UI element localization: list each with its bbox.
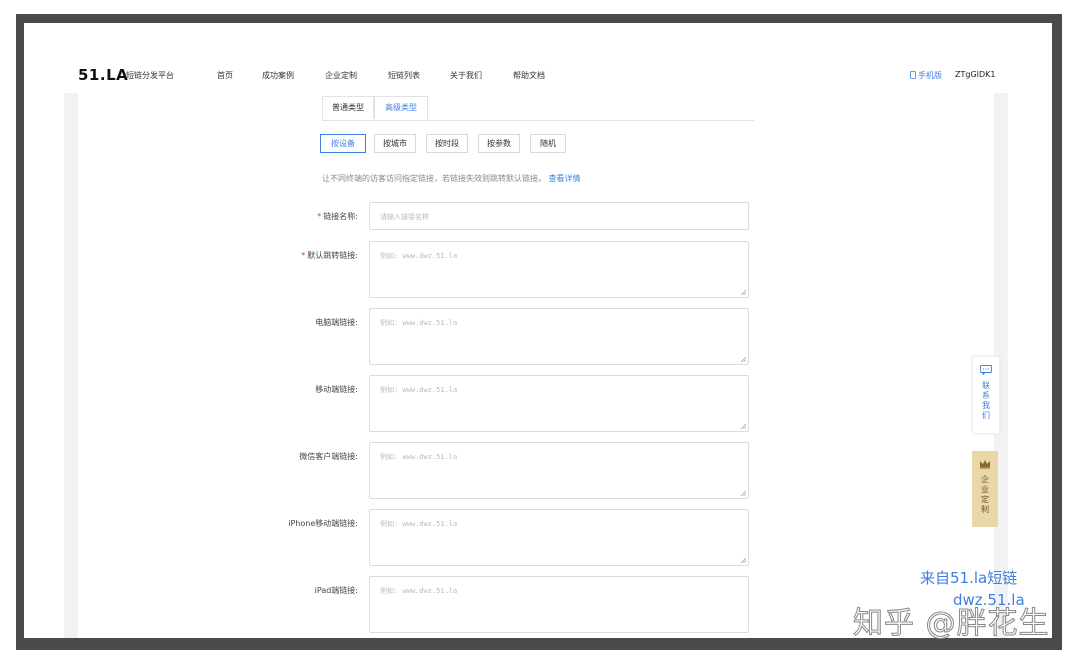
type-tabs: 普通类型 高级类型 [322, 95, 754, 121]
contact-us-label: 联系我们 [982, 381, 990, 420]
default-link-textarea[interactable]: 例如: www.dwz.51.la [369, 241, 749, 298]
segment-by-device[interactable]: 按设备 [320, 134, 366, 153]
link-name-label-text: 链接名称: [323, 212, 358, 221]
top-header: 51.LA 短链分发平台 首页 成功案例 企业定制 短链列表 关于我们 帮助文档… [24, 59, 1052, 93]
resize-grip-icon[interactable] [740, 289, 746, 295]
site-logo[interactable]: 51.LA [78, 66, 128, 84]
segment-by-time[interactable]: 按时段 [426, 134, 468, 153]
main-content: 普通类型 高级类型 按设备 按城市 按时段 按参数 随机 让不同终端的访客访问指… [78, 93, 994, 638]
view-details-link[interactable]: 查看详情 [549, 174, 581, 183]
nav-item-about[interactable]: 关于我们 [450, 70, 482, 81]
link-name-label: * 链接名称: [158, 211, 358, 222]
device-rule-hint: 让不同终端的访客访问指定链接，若链接失效则跳转默认链接。 查看详情 [322, 173, 581, 184]
wechat-link-placeholder: 例如: www.dwz.51.la [380, 453, 458, 461]
iphone-link-placeholder: 例如: www.dwz.51.la [380, 520, 458, 528]
pc-link-placeholder: 例如: www.dwz.51.la [380, 319, 458, 327]
default-link-label-text: 默认跳转链接: [307, 251, 358, 260]
watermark-source: 来自51.la短链 [920, 569, 1018, 587]
nav-item-help[interactable]: 帮助文档 [513, 70, 545, 81]
link-name-placeholder: 请输入链接名称 [380, 213, 429, 221]
mobile-link-placeholder: 例如: www.dwz.51.la [380, 386, 458, 394]
screenshot-frame: 51.LA 短链分发平台 首页 成功案例 企业定制 短链列表 关于我们 帮助文档… [0, 0, 1080, 662]
nav-item-shortlinks[interactable]: 短链列表 [388, 70, 420, 81]
contact-us-floating-button[interactable]: 联系我们 [972, 356, 1000, 434]
segment-random[interactable]: 随机 [530, 134, 566, 153]
mobile-version-label: 手机版 [918, 71, 942, 80]
segment-by-param[interactable]: 按参数 [478, 134, 520, 153]
zhihu-watermark: 知乎 @胖花生 [853, 606, 1050, 642]
phone-icon [910, 71, 916, 79]
iphone-link-textarea[interactable]: 例如: www.dwz.51.la [369, 509, 749, 566]
default-link-placeholder: 例如: www.dwz.51.la [380, 252, 458, 260]
wechat-link-label: 微信客户端链接: [299, 452, 358, 461]
nav-item-home[interactable]: 首页 [217, 70, 233, 81]
app-screen: 51.LA 短链分发平台 首页 成功案例 企业定制 短链列表 关于我们 帮助文档… [24, 23, 1052, 638]
iphone-link-label: iPhone移动端链接: [288, 519, 358, 528]
default-link-label: * 默认跳转链接: [158, 250, 358, 261]
frame-border-top [16, 14, 1062, 23]
nav-item-enterprise[interactable]: 企业定制 [325, 70, 357, 81]
tab-basic-type[interactable]: 普通类型 [322, 96, 374, 119]
enterprise-custom-label: 企业定制 [981, 475, 989, 514]
wechat-link-textarea[interactable]: 例如: www.dwz.51.la [369, 442, 749, 499]
mobile-version-link[interactable]: 手机版 [910, 70, 942, 81]
mobile-link-label: 移动端链接: [315, 385, 358, 394]
frame-border-right [1052, 14, 1062, 650]
site-subtitle: 短链分发平台 [126, 71, 174, 80]
ipad-link-label: iPad端链接: [314, 586, 358, 595]
chat-bubble-icon [980, 365, 992, 375]
enterprise-custom-floating-button[interactable]: 企业定制 [972, 451, 998, 527]
crown-icon [980, 460, 990, 469]
nav-item-cases[interactable]: 成功案例 [262, 70, 294, 81]
required-mark: * [317, 212, 322, 221]
hint-text: 让不同终端的访客访问指定链接，若链接失效则跳转默认链接。 [322, 174, 546, 183]
resize-grip-icon[interactable] [740, 423, 746, 429]
username[interactable]: ZTgGIDK1 [955, 70, 996, 79]
pc-link-textarea[interactable]: 例如: www.dwz.51.la [369, 308, 749, 365]
ipad-link-placeholder: 例如: www.dwz.51.la [380, 587, 458, 595]
required-mark: * [301, 251, 306, 260]
link-name-input[interactable]: 请输入链接名称 [369, 202, 749, 230]
ipad-link-textarea[interactable]: 例如: www.dwz.51.la [369, 576, 749, 633]
mobile-link-textarea[interactable]: 例如: www.dwz.51.la [369, 375, 749, 432]
resize-grip-icon[interactable] [740, 356, 746, 362]
pc-link-label: 电脑端链接: [315, 318, 358, 327]
tab-advanced-type[interactable]: 高级类型 [374, 96, 428, 119]
frame-border-left [16, 14, 24, 650]
resize-grip-icon[interactable] [740, 490, 746, 496]
resize-grip-icon[interactable] [740, 557, 746, 563]
segment-by-city[interactable]: 按城市 [374, 134, 416, 153]
